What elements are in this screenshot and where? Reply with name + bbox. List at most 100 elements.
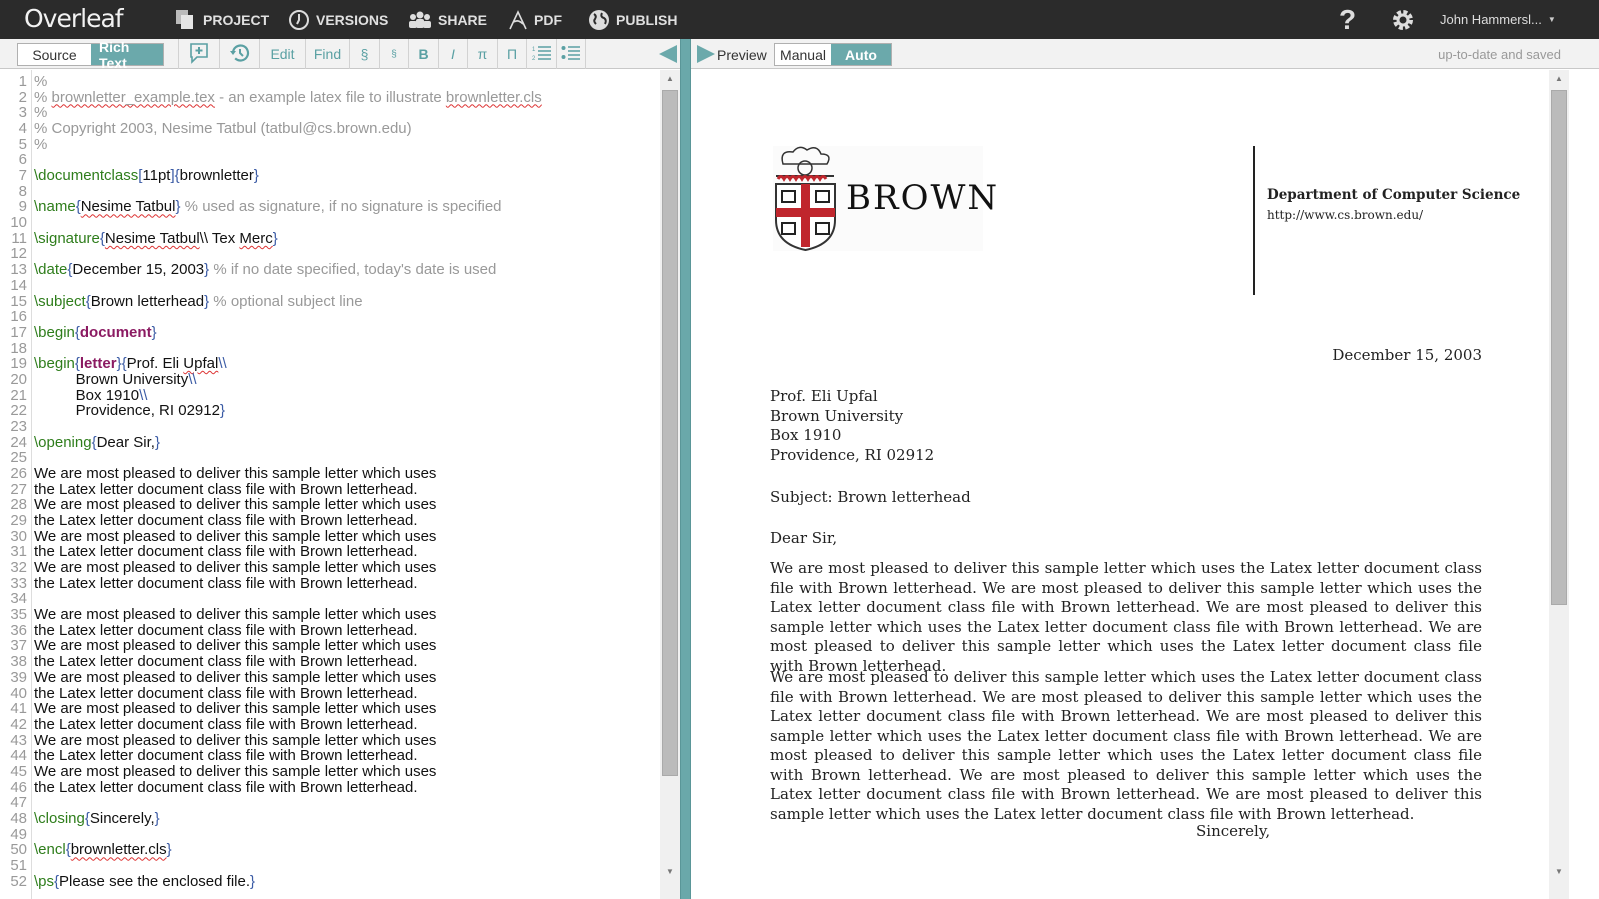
auto-compile-button[interactable]: Auto [831, 44, 891, 65]
code-line[interactable]: 41 We are most pleased to deliver this sa… [0, 701, 660, 717]
section-button[interactable]: § [349, 39, 379, 69]
code-line[interactable]: 34 [0, 591, 660, 607]
code-line[interactable]: 25 [0, 450, 660, 466]
find-button[interactable]: Find [305, 39, 349, 69]
code-line[interactable]: 39 We are most pleased to deliver this sa… [0, 669, 660, 686]
code-line[interactable]: 10 [0, 215, 660, 231]
line-number: 13 [10, 261, 27, 279]
source-mode-button[interactable]: Source [18, 44, 91, 65]
scroll-up-icon[interactable]: ▲ [660, 74, 680, 83]
nav-share[interactable]: SHARE [408, 0, 487, 39]
scroll-down-icon[interactable]: ▼ [1549, 867, 1569, 876]
code-line[interactable]: 22 Providence, RI 02912} [0, 403, 660, 419]
nav-project[interactable]: PROJECT [175, 0, 269, 39]
scroll-up-icon[interactable]: ▲ [1549, 74, 1569, 83]
add-comment-button[interactable] [178, 39, 219, 69]
code-line[interactable]: 17 \begin{document} [0, 324, 660, 341]
code-line[interactable]: 51 [0, 858, 660, 874]
numbered-list-button[interactable]: 12 [526, 39, 556, 69]
editor-scrollbar[interactable]: ▲ ▼ [660, 70, 680, 899]
code-line[interactable]: 11 \signature{Nesime Tatbul\\ Tex Merc} [0, 230, 660, 247]
code-line[interactable]: 8 [0, 183, 660, 200]
source-editor[interactable]: 1% 2% brownletter_example.tex - an exampl… [0, 70, 660, 899]
code-line[interactable]: 31 the Latex letter document class file w… [0, 544, 660, 560]
code-line[interactable]: 49 [0, 826, 660, 843]
code-line[interactable]: 50 \encl{brownletter.cls} [0, 842, 660, 858]
code-line[interactable]: 16 [0, 309, 660, 325]
preview-scrollbar[interactable]: ▲ ▼ [1549, 70, 1569, 899]
code-line[interactable]: 7 \documentclass[11pt]{brownletter} [0, 168, 660, 184]
subsection-button[interactable]: § [379, 39, 408, 69]
code-line[interactable]: 4 % Copyright 2003, Nesime Tatbul (tatbul… [0, 121, 660, 137]
line-content: the Latex letter document class file wit… [34, 544, 418, 560]
collapse-left-icon[interactable] [658, 44, 678, 69]
expand-right-icon[interactable] [696, 44, 716, 69]
code-line[interactable]: 21 Box 1910\\ [0, 387, 660, 404]
code-line[interactable]: 2% brownletter_example.tex - an example … [0, 89, 660, 106]
code-line[interactable]: 40 the Latex letter document class file w… [0, 685, 660, 702]
code-line[interactable]: 26 We are most pleased to deliver this sa… [0, 466, 660, 482]
code-line[interactable]: 15 \subject{Brown letterhead} % optional … [0, 293, 660, 310]
code-line[interactable]: 24 \opening{Dear Sir,} [0, 433, 660, 451]
rich-text-mode-button[interactable]: Rich Text [91, 39, 163, 71]
code-line[interactable]: 43 We are most pleased to deliver this sa… [0, 731, 660, 749]
code-line[interactable]: 37 We are most pleased to deliver this sa… [0, 638, 660, 654]
code-token: the Latex letter document class file wit… [34, 480, 418, 498]
code-line[interactable]: 44 the Latex letter document class file w… [0, 748, 660, 764]
code-line[interactable]: 42 the Latex letter document class file w… [0, 716, 660, 733]
code-line[interactable]: 32 We are most pleased to deliver this sa… [0, 560, 660, 576]
overleaf-logo[interactable]: Overleaf [24, 4, 124, 33]
display-math-button[interactable]: Π [497, 39, 526, 69]
code-line[interactable]: 18 [0, 340, 660, 357]
code-line[interactable]: 14 [0, 277, 660, 294]
bold-button[interactable]: B [408, 39, 438, 69]
code-line[interactable]: 35 We are most pleased to deliver this sa… [0, 607, 660, 623]
code-token: We are most pleased to deliver this samp… [34, 762, 437, 780]
line-number: 28 [10, 496, 27, 514]
code-line[interactable]: 5% [0, 136, 660, 153]
code-line[interactable]: 12 [0, 246, 660, 262]
department-url[interactable]: http://www.cs.brown.edu/ [1267, 206, 1423, 226]
code-line[interactable]: 46 the Latex letter document class file w… [0, 779, 660, 796]
code-line[interactable]: 27 the Latex letter document class file w… [0, 480, 660, 498]
bullet-list-button[interactable] [556, 39, 586, 69]
code-line[interactable]: 36 the Latex letter document class file w… [0, 622, 660, 639]
address-line: Box 1910 [770, 426, 842, 444]
code-line[interactable]: 45 We are most pleased to deliver this sa… [0, 762, 660, 780]
code-token: We are most pleased to deliver this samp… [34, 731, 437, 749]
code-line[interactable]: 30 We are most pleased to deliver this sa… [0, 528, 660, 545]
preview-scroll-thumb[interactable] [1551, 90, 1567, 605]
line-number: 32 [10, 559, 27, 577]
code-line[interactable]: 23 [0, 418, 660, 435]
code-line[interactable]: 48 \closing{Sincerely,} [0, 810, 660, 827]
code-line[interactable]: 33 the Latex letter document class file w… [0, 575, 660, 592]
user-menu[interactable]: John Hammersl... ▼ [1440, 0, 1556, 39]
inline-math-button[interactable]: π [467, 39, 497, 69]
code-line[interactable]: 13 \date{December 15, 2003} % if no date … [0, 262, 660, 278]
gear-icon[interactable] [1390, 0, 1416, 39]
code-line[interactable]: 6 [0, 152, 660, 168]
code-line[interactable]: 20 Brown University\\ [0, 371, 660, 388]
nav-versions[interactable]: VERSIONS [288, 0, 388, 39]
code-line[interactable]: 19 \begin{letter}{Prof. Eli Upfal\\ [0, 356, 660, 372]
edit-button[interactable]: Edit [259, 39, 305, 69]
code-line[interactable]: 28 We are most pleased to deliver this sa… [0, 497, 660, 513]
nav-pdf[interactable]: PDF [508, 0, 562, 39]
code-line[interactable]: 9 \name{Nesime Tatbul} % used as signatur… [0, 199, 660, 215]
code-token: Dear Sir, [96, 433, 155, 451]
manual-compile-button[interactable]: Manual [775, 44, 831, 65]
italic-button[interactable]: I [438, 39, 467, 69]
code-line[interactable]: 47 [0, 795, 660, 811]
editor-scroll-thumb[interactable] [662, 90, 678, 776]
nav-publish[interactable]: PUBLISH [588, 0, 677, 39]
code-line[interactable]: 38 the Latex letter document class file w… [0, 654, 660, 670]
code-line[interactable]: 52 \ps{Please see the enclosed file.} [0, 873, 660, 890]
help-icon[interactable]: ? [1339, 0, 1356, 39]
code-line[interactable]: 3% [0, 105, 660, 121]
history-button[interactable] [219, 39, 259, 69]
code-token: % [34, 104, 48, 122]
scroll-down-icon[interactable]: ▼ [660, 867, 680, 876]
pane-splitter[interactable] [680, 39, 691, 899]
code-line[interactable]: 1% [0, 74, 660, 90]
code-line[interactable]: 29 the Latex letter document class file w… [0, 513, 660, 529]
